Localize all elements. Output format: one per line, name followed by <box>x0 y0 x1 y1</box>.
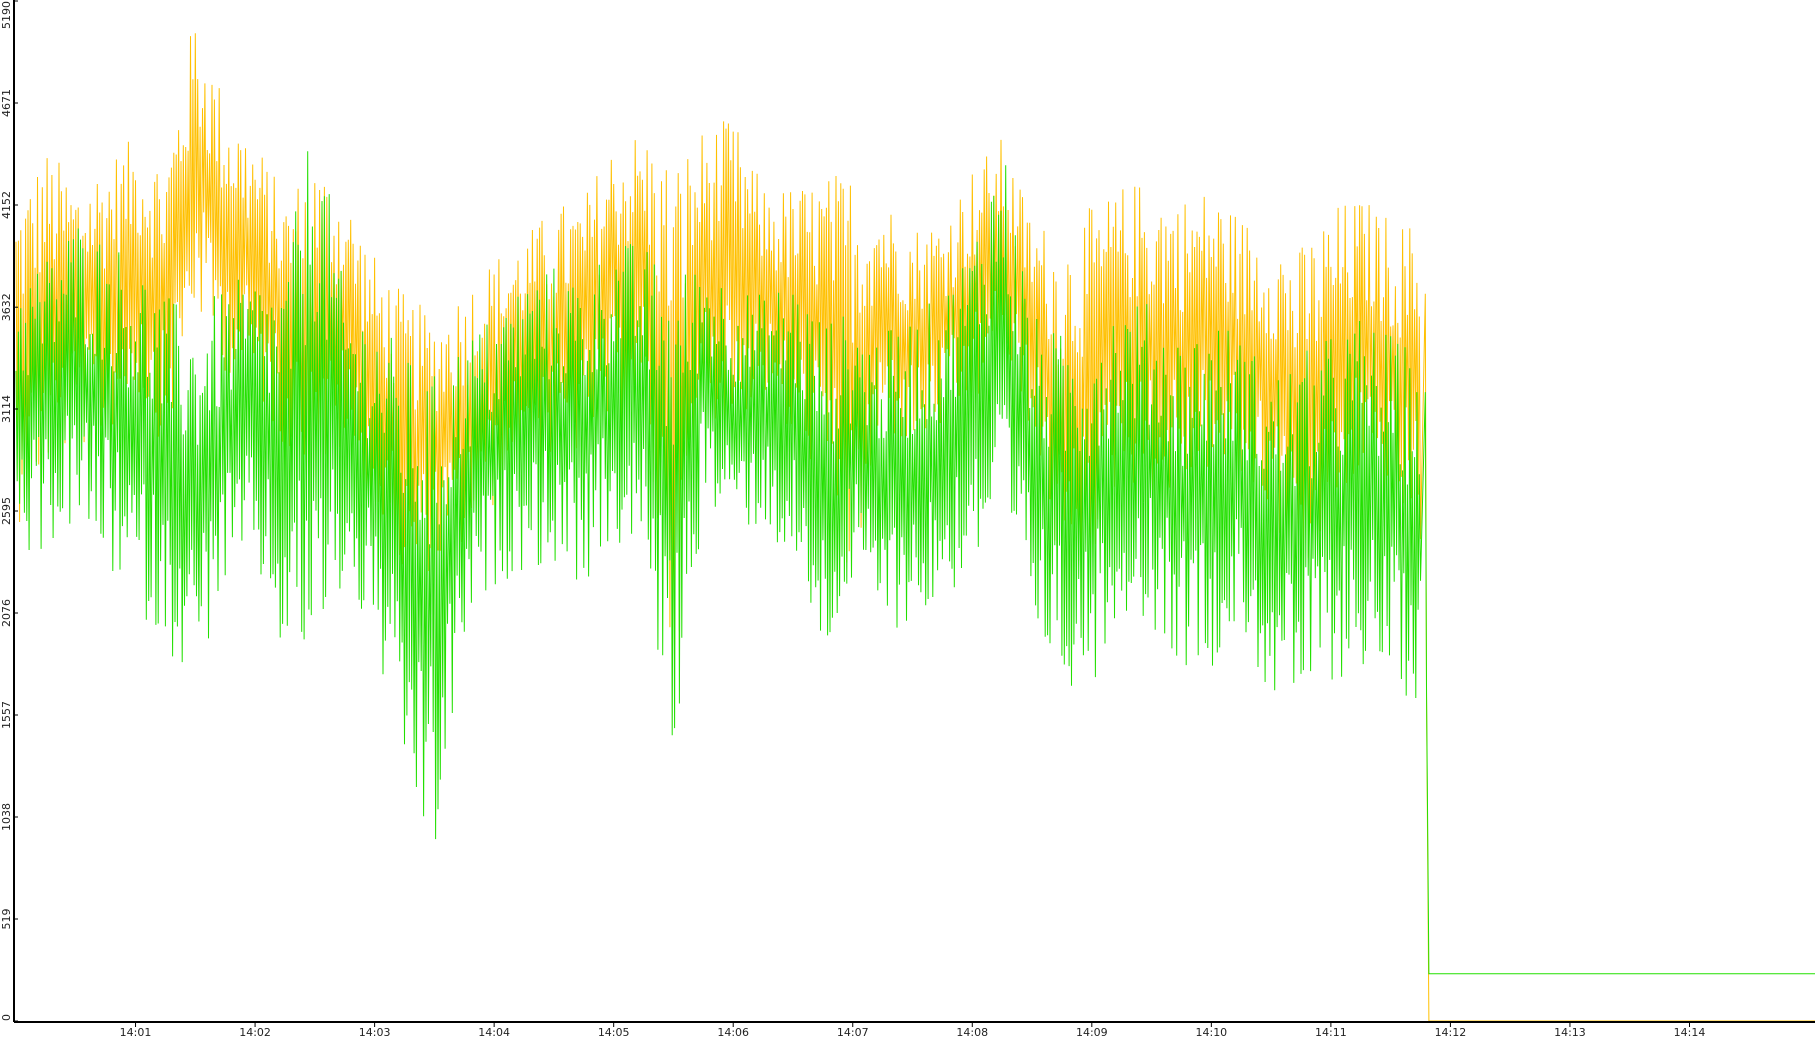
x-tick-label: 14:09 <box>1076 1026 1108 1039</box>
y-tick-label: 4152 <box>0 191 13 219</box>
y-tick-label: 519 <box>0 909 13 930</box>
chart-area: 0 519 1038 1557 2076 2595 3114 3632 4152 4671 5190… <box>0 0 1815 1039</box>
y-tick-label: 1038 <box>0 803 13 831</box>
y-tick-label: 2595 <box>0 497 13 525</box>
y-tick-label: 2076 <box>0 599 13 627</box>
series-layer <box>15 33 1815 1022</box>
x-tick-label: 14:05 <box>598 1026 630 1039</box>
y-tick-label: 3114 <box>0 395 13 423</box>
y-tick-label: 5190 <box>0 1 13 29</box>
x-tick-label: 14:02 <box>239 1026 271 1039</box>
x-tick-label: 14:01 <box>120 1026 152 1039</box>
x-tick-label: 14:13 <box>1554 1026 1586 1039</box>
x-tick-label: 14:14 <box>1674 1026 1706 1039</box>
y-tick-label: 1557 <box>0 701 13 729</box>
y-tick-label: 0 <box>0 1014 13 1021</box>
x-tick-label: 14:04 <box>478 1026 510 1039</box>
line-chart: 0 519 1038 1557 2076 2595 3114 3632 4152 4671 5190… <box>0 0 1815 1039</box>
x-axis-ticks: 14:01 14:02 14:03 14:04 14:05 14:06 14:07 14:08… <box>120 1022 1706 1039</box>
x-tick-label: 14:06 <box>717 1026 749 1039</box>
x-tick-label: 14:11 <box>1315 1026 1347 1039</box>
y-axis-ticks: 0 519 1038 1557 2076 2595 3114 3632 4152 4671 5190 <box>0 0 18 1022</box>
x-tick-label: 14:12 <box>1435 1026 1467 1039</box>
x-tick-label: 14:03 <box>359 1026 391 1039</box>
x-tick-label: 14:07 <box>837 1026 869 1039</box>
y-tick-label: 3632 <box>0 293 13 321</box>
x-tick-label: 14:10 <box>1195 1026 1227 1039</box>
x-tick-label: 14:08 <box>956 1026 988 1039</box>
y-tick-label: 4671 <box>0 89 13 117</box>
